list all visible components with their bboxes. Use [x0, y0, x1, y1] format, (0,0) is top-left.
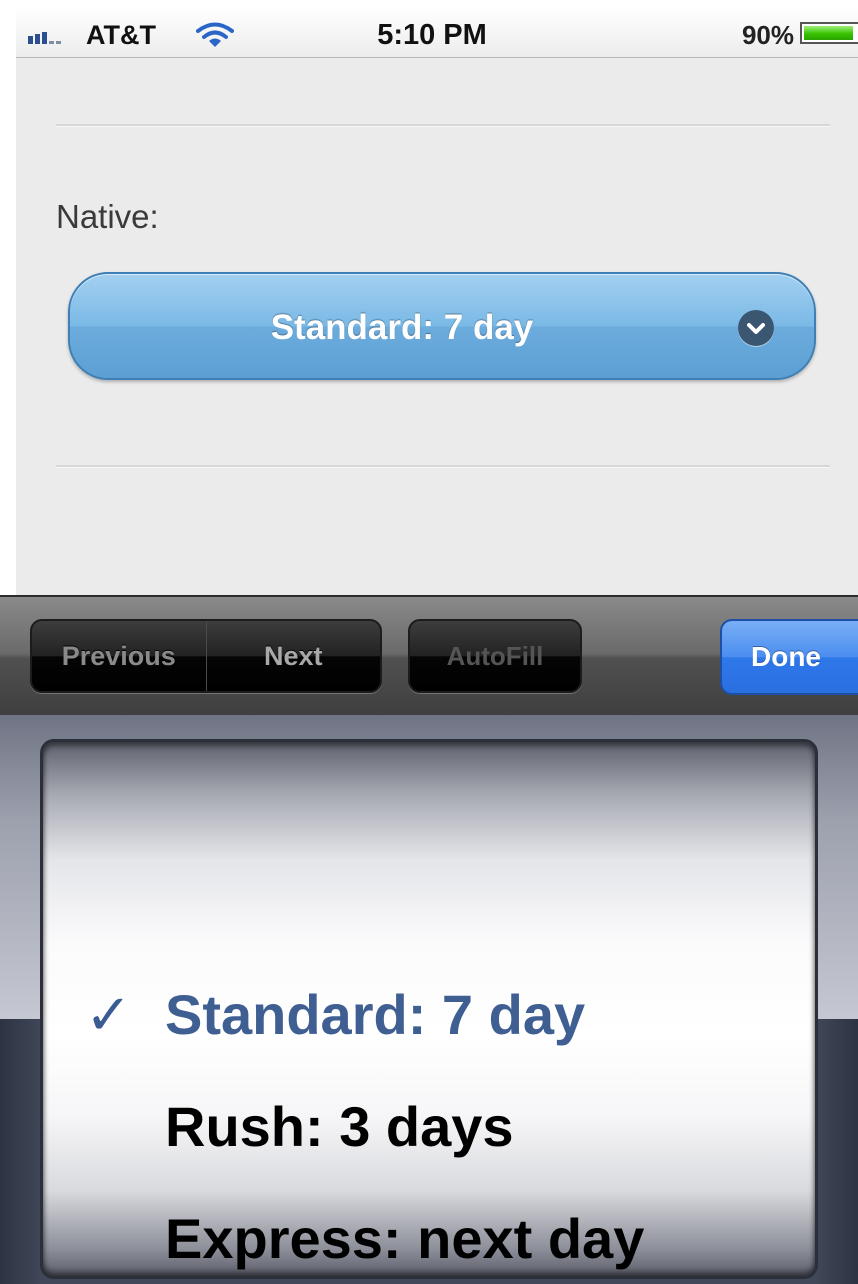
done-button[interactable]: Done: [720, 619, 858, 695]
autofill-button[interactable]: AutoFill: [408, 619, 582, 693]
battery-level: [804, 26, 853, 40]
previous-button[interactable]: Previous: [32, 621, 206, 691]
select-value: Standard: 7 day: [270, 308, 534, 347]
field-label: Native:: [56, 198, 159, 235]
checkmark-icon: ✓: [85, 983, 132, 1046]
page-content: Native: Standard: 7 day: [16, 58, 858, 595]
divider: [56, 465, 830, 468]
form-toolbar: Previous Next AutoFill Done: [0, 595, 858, 715]
next-button[interactable]: Next: [207, 621, 381, 691]
prev-next-control: Previous Next: [30, 619, 382, 693]
option-label: Standard: 7 day: [165, 983, 586, 1046]
option-label: Express: next day: [165, 1207, 645, 1270]
status-bar: AT&T 5:10 PM 90%: [16, 8, 858, 58]
shipping-select[interactable]: Standard: 7 day: [68, 272, 816, 380]
battery-percentage: 90%: [741, 20, 794, 50]
clock: 5:10 PM: [377, 19, 487, 51]
picker-wheel[interactable]: ✓ Standard: 7 day Rush: 3 days Express: …: [40, 739, 818, 1279]
divider: [56, 124, 830, 127]
option-label: Rush: 3 days: [165, 1095, 514, 1158]
chevron-down-icon: [738, 310, 774, 346]
picker-panel: ✓ Standard: 7 day Rush: 3 days Express: …: [0, 715, 858, 1284]
battery-icon: [800, 22, 858, 44]
